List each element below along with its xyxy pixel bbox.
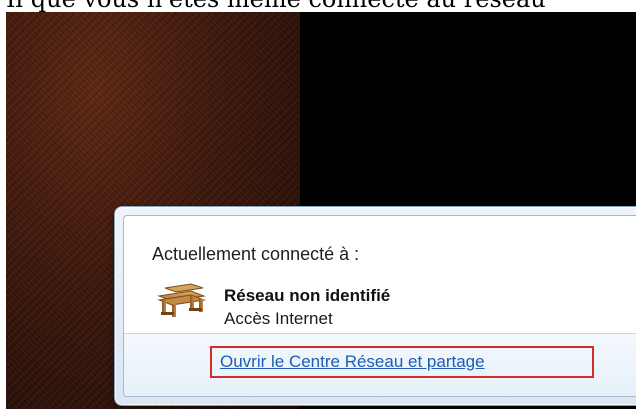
desktop-screen: Actuellement connecté à : Réseau non ide… bbox=[6, 12, 636, 409]
open-network-center-link[interactable]: Ouvrir le Centre Réseau et partage bbox=[220, 352, 485, 372]
network-name: Réseau non identifié bbox=[224, 286, 391, 305]
network-popup: Actuellement connecté à : Réseau non ide… bbox=[114, 206, 636, 406]
screenshot-canvas: Il que vous n'êtes même connecté au rése… bbox=[0, 0, 636, 409]
network-popup-panel: Actuellement connecté à : Réseau non ide… bbox=[123, 215, 636, 397]
connection-header-label: Actuellement connecté à : bbox=[152, 244, 360, 264]
popup-footer: Ouvrir le Centre Réseau et partage bbox=[124, 333, 636, 396]
document-text-line: Il que vous n'êtes même connecté au rése… bbox=[6, 0, 636, 12]
network-access-status: Accès Internet bbox=[224, 309, 333, 328]
bench-icon bbox=[152, 281, 208, 321]
